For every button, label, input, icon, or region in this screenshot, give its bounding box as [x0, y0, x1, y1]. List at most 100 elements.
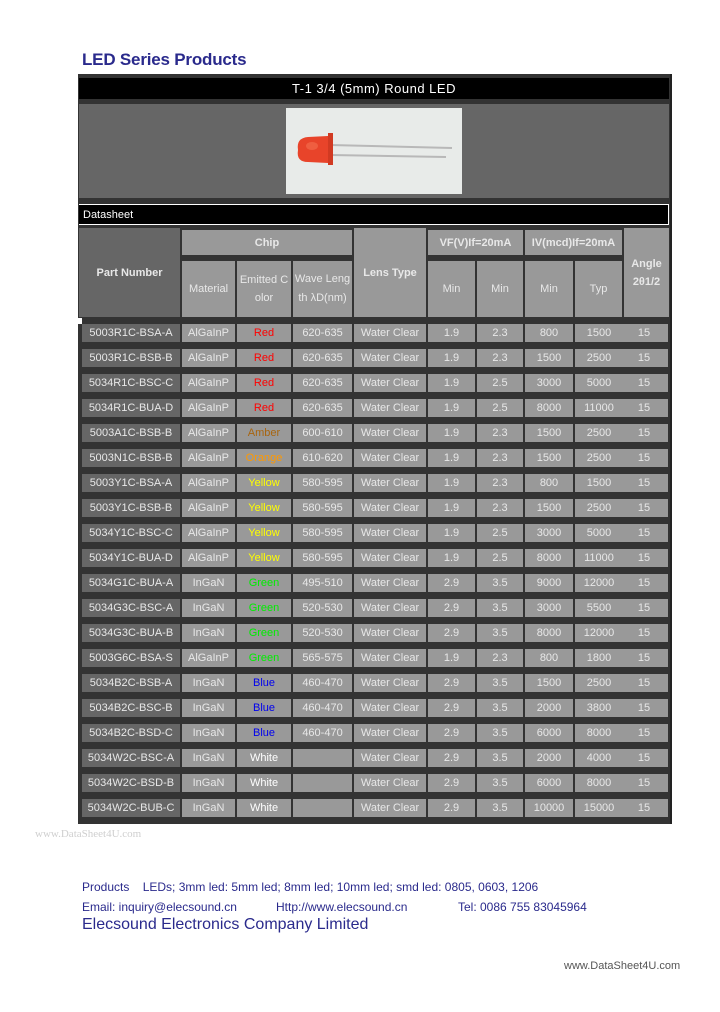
- cell-iv-min: 3000: [525, 374, 573, 392]
- cell-vf-min-2: 2.3: [477, 649, 523, 667]
- cell-emitted-color: Red: [237, 374, 291, 392]
- email-link[interactable]: Email: inquiry@elecsound.cn: [82, 900, 237, 914]
- cell-lens-type: Water Clear: [354, 774, 426, 792]
- cell-iv-typ: 15000: [575, 799, 623, 817]
- frame-shadow: [670, 74, 672, 824]
- cell-iv-typ: 5500: [575, 599, 623, 617]
- led-image-icon: [286, 108, 462, 194]
- cell-vf-min-1: 2.9: [428, 674, 475, 692]
- cell-lens-type: Water Clear: [354, 799, 426, 817]
- cell-material: InGaN: [182, 674, 235, 692]
- cell-part-number: 5034G1C-BUA-A: [82, 574, 180, 592]
- cell-angle: 15: [620, 374, 668, 392]
- cell-wavelength: 460-470: [293, 699, 352, 717]
- cell-vf-min-2: 3.5: [477, 799, 523, 817]
- page-title: LED Series Products: [82, 50, 247, 69]
- cell-iv-typ: 12000: [575, 574, 623, 592]
- cell-angle: 15: [620, 624, 668, 642]
- cell-vf-min-1: 1.9: [428, 524, 475, 542]
- cell-lens-type: Water Clear: [354, 549, 426, 567]
- watermark-left: www.DataSheet4U.com: [35, 828, 142, 840]
- cell-material: AlGaInP: [182, 524, 235, 542]
- cell-emitted-color: Yellow: [237, 474, 291, 492]
- cell-vf-min-1: 1.9: [428, 549, 475, 567]
- header-iv-typ: Typ: [575, 261, 622, 317]
- cell-material: AlGaInP: [182, 349, 235, 367]
- cell-iv-min: 6000: [525, 774, 573, 792]
- cell-angle: 15: [620, 649, 668, 667]
- cell-part-number: 5003G6C-BSA-S: [82, 649, 180, 667]
- cell-iv-typ: 5000: [575, 374, 623, 392]
- cell-vf-min-1: 1.9: [428, 474, 475, 492]
- cell-iv-typ: 2500: [575, 424, 623, 442]
- product-banner: T-1 3/4 (5mm) Round LED: [79, 78, 669, 99]
- cell-part-number: 5003A1C-BSB-B: [82, 424, 180, 442]
- cell-emitted-color: Green: [237, 574, 291, 592]
- cell-iv-min: 800: [525, 649, 573, 667]
- cell-vf-min-1: 2.9: [428, 699, 475, 717]
- cell-lens-type: Water Clear: [354, 324, 426, 342]
- cell-vf-min-1: 2.9: [428, 574, 475, 592]
- cell-vf-min-1: 2.9: [428, 774, 475, 792]
- cell-material: AlGaInP: [182, 474, 235, 492]
- cell-iv-typ: 4000: [575, 749, 623, 767]
- cell-iv-min: 8000: [525, 624, 573, 642]
- cell-iv-min: 1500: [525, 424, 573, 442]
- cell-iv-typ: 2500: [575, 674, 623, 692]
- cell-iv-min: 2000: [525, 699, 573, 717]
- cell-wavelength: 620-635: [293, 324, 352, 342]
- cell-iv-min: 1500: [525, 499, 573, 517]
- cell-wavelength: 520-530: [293, 624, 352, 642]
- cell-vf-min-1: 2.9: [428, 724, 475, 742]
- cell-lens-type: Water Clear: [354, 399, 426, 417]
- cell-material: AlGaInP: [182, 649, 235, 667]
- cell-part-number: 5003R1C-BSB-B: [82, 349, 180, 367]
- cell-part-number: 5034W2C-BUB-C: [82, 799, 180, 817]
- cell-lens-type: Water Clear: [354, 599, 426, 617]
- header-iv-group: IV(mcd)If=20mA: [525, 230, 622, 255]
- cell-lens-type: Water Clear: [354, 674, 426, 692]
- cell-part-number: 5034R1C-BSC-C: [82, 374, 180, 392]
- frame-notch: [78, 318, 82, 324]
- cell-iv-typ: 2500: [575, 499, 623, 517]
- cell-angle: 15: [620, 749, 668, 767]
- cell-iv-typ: 5000: [575, 524, 623, 542]
- cell-vf-min-1: 2.9: [428, 749, 475, 767]
- cell-iv-min: 1500: [525, 349, 573, 367]
- cell-angle: 15: [620, 474, 668, 492]
- cell-iv-typ: 2500: [575, 349, 623, 367]
- cell-angle: 15: [620, 724, 668, 742]
- cell-wavelength: 620-635: [293, 374, 352, 392]
- cell-emitted-color: Blue: [237, 724, 291, 742]
- cell-wavelength: 580-595: [293, 549, 352, 567]
- cell-angle: 15: [620, 399, 668, 417]
- cell-part-number: 5003Y1C-BSB-B: [82, 499, 180, 517]
- cell-vf-min-1: 1.9: [428, 499, 475, 517]
- cell-material: InGaN: [182, 574, 235, 592]
- cell-part-number: 5034Y1C-BUA-D: [82, 549, 180, 567]
- cell-lens-type: Water Clear: [354, 699, 426, 717]
- company-name: Elecsound Electronics Company Limited: [82, 916, 369, 933]
- cell-emitted-color: White: [237, 749, 291, 767]
- cell-vf-min-1: 2.9: [428, 599, 475, 617]
- cell-lens-type: Water Clear: [354, 374, 426, 392]
- cell-angle: 15: [620, 499, 668, 517]
- cell-part-number: 5034B2C-BSB-A: [82, 674, 180, 692]
- cell-vf-min-1: 1.9: [428, 449, 475, 467]
- cell-iv-min: 3000: [525, 524, 573, 542]
- cell-part-number: 5034G3C-BUA-B: [82, 624, 180, 642]
- cell-iv-min: 800: [525, 474, 573, 492]
- cell-emitted-color: White: [237, 774, 291, 792]
- cell-wavelength: 495-510: [293, 574, 352, 592]
- cell-vf-min-1: 1.9: [428, 324, 475, 342]
- website-link[interactable]: Http://www.elecsound.cn: [276, 900, 407, 914]
- cell-vf-min-1: 1.9: [428, 424, 475, 442]
- cell-wavelength: 460-470: [293, 724, 352, 742]
- cell-iv-typ: 8000: [575, 774, 623, 792]
- cell-vf-min-1: 1.9: [428, 649, 475, 667]
- cell-wavelength: 580-595: [293, 474, 352, 492]
- cell-material: AlGaInP: [182, 549, 235, 567]
- cell-lens-type: Water Clear: [354, 724, 426, 742]
- cell-wavelength: 520-530: [293, 599, 352, 617]
- cell-part-number: 5034W2C-BSC-A: [82, 749, 180, 767]
